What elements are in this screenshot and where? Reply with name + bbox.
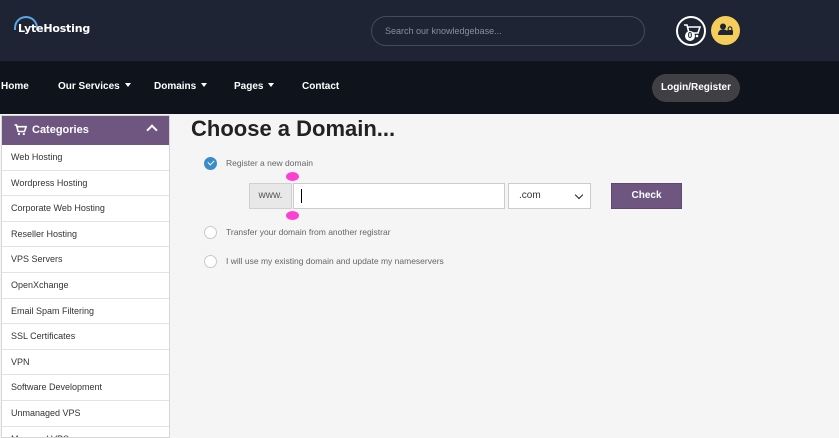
radio-transfer[interactable]	[204, 226, 217, 239]
nav-home-label: Home	[1, 81, 29, 92]
chevron-down-icon	[574, 190, 584, 200]
radio-register[interactable]	[204, 157, 217, 170]
sidebar-item-software-development[interactable]: Software Development	[2, 375, 169, 401]
nav-pages-label: Pages	[234, 81, 264, 92]
check-button[interactable]: Check	[611, 183, 682, 209]
cart-count-badge: 0	[685, 31, 695, 41]
search-input[interactable]	[371, 16, 645, 46]
nav-our-services[interactable]: Our Services	[58, 81, 131, 92]
user-lock-icon	[718, 23, 733, 35]
categories-title: Categories	[32, 124, 89, 136]
caret-down-icon	[124, 83, 131, 87]
nav-domains-label: Domains	[154, 81, 197, 92]
header-bar: LyteHosting 0	[0, 0, 839, 61]
tld-selected-value: .com	[519, 190, 541, 201]
nav-contact-label: Contact	[302, 81, 340, 92]
tld-select[interactable]: .com	[508, 183, 591, 209]
sidebar-item-ssl-certificates[interactable]: SSL Certificates	[2, 324, 169, 350]
selection-handle-top[interactable]	[286, 172, 299, 181]
login-register-button[interactable]: Login/Register	[652, 74, 740, 102]
sidebar-item-vpn[interactable]: VPN	[2, 350, 169, 376]
caret-down-icon	[268, 83, 275, 87]
logo[interactable]: LyteHosting	[14, 16, 94, 42]
nav-domains[interactable]: Domains	[154, 81, 208, 92]
cart-button[interactable]: 0	[676, 16, 706, 46]
page-title: Choose a Domain...	[191, 116, 396, 141]
sidebar-item-vps-servers[interactable]: VPS Servers	[2, 247, 169, 273]
account-button[interactable]	[711, 16, 740, 45]
sidebar-item-openxchange[interactable]: OpenXchange	[2, 273, 169, 299]
cart-icon	[14, 124, 27, 136]
domain-name-input[interactable]	[293, 183, 505, 209]
sidebar-item-email-spam-filtering[interactable]: Email Spam Filtering	[2, 299, 169, 325]
chevron-up-icon[interactable]	[146, 124, 158, 136]
www-prefix: www.	[249, 183, 292, 209]
sidebar-item-reseller-hosting[interactable]: Reseller Hosting	[2, 222, 169, 248]
sidebar-item-managed-vps[interactable]: Managed VPS	[2, 427, 169, 437]
nav-contact[interactable]: Contact	[302, 81, 339, 92]
text-cursor	[301, 189, 302, 203]
option-label: Register a new domain	[226, 158, 313, 168]
option-label: Transfer your domain from another regist…	[226, 227, 391, 237]
nav-home[interactable]: Home	[1, 81, 29, 92]
option-label: I will use my existing domain and update…	[226, 256, 444, 266]
logo-text: LyteHosting	[18, 22, 90, 35]
radio-existing[interactable]	[204, 255, 217, 268]
sidebar-item-corporate-web-hosting[interactable]: Corporate Web Hosting	[2, 196, 169, 222]
sidebar-item-wordpress-hosting[interactable]: Wordpress Hosting	[2, 171, 169, 197]
categories-header[interactable]: Categories	[2, 116, 169, 145]
selection-handle-bottom[interactable]	[286, 211, 299, 220]
sidebar-item-unmanaged-vps[interactable]: Unmanaged VPS	[2, 401, 169, 427]
main-nav: Home Our Services Domains Pages Contact …	[0, 61, 839, 114]
categories-sidebar: Categories Web Hosting Wordpress Hosting…	[1, 115, 170, 438]
caret-down-icon	[201, 83, 208, 87]
nav-pages[interactable]: Pages	[234, 81, 275, 92]
nav-our-services-label: Our Services	[58, 81, 120, 92]
sidebar-item-web-hosting[interactable]: Web Hosting	[2, 145, 169, 171]
